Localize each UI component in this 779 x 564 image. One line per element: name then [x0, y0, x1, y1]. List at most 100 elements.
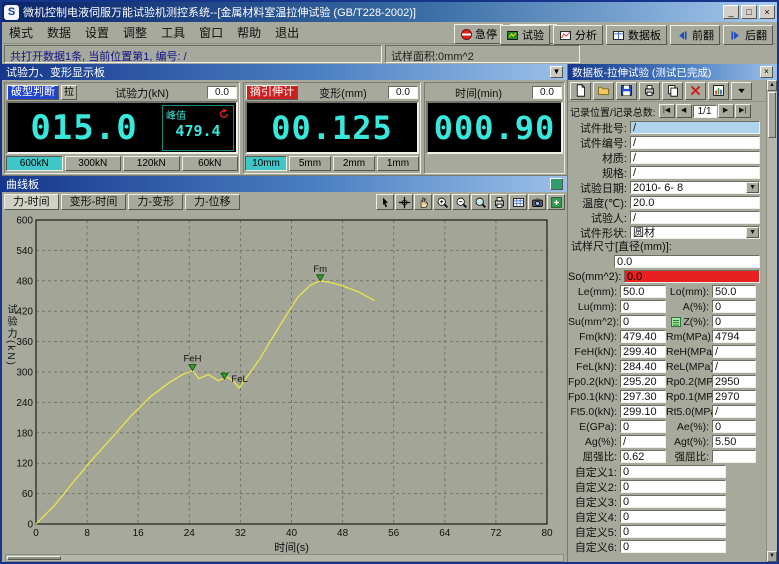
record-first-button[interactable]: |◀: [659, 104, 675, 118]
pair-input[interactable]: 2970: [712, 390, 756, 403]
db-new-button[interactable]: [570, 82, 591, 100]
menu-item-2[interactable]: 设置: [78, 21, 116, 44]
custom-input[interactable]: 0: [620, 525, 726, 538]
scroll-down-icon[interactable]: ▼: [767, 551, 777, 562]
pair-input[interactable]: 50.0: [712, 285, 756, 298]
pair-input[interactable]: 0: [712, 315, 756, 328]
field-input[interactable]: /: [630, 136, 760, 149]
range-600kN-button[interactable]: 600kN: [6, 156, 63, 171]
pair-input[interactable]: 4794: [712, 330, 756, 343]
peak-refresh-button[interactable]: [218, 108, 230, 120]
tension-mode-button[interactable]: 拉: [61, 85, 77, 100]
record-prev-button[interactable]: ◀: [676, 104, 692, 118]
pair-input[interactable]: 50.0: [620, 285, 666, 298]
pair-input[interactable]: 295.20: [620, 375, 666, 388]
tab-0[interactable]: 力-时间: [4, 194, 59, 210]
field-input[interactable]: /: [630, 121, 760, 134]
range-300kN-button[interactable]: 300kN: [65, 156, 122, 171]
toolbar-next-button[interactable]: 后翻: [723, 25, 773, 45]
range-2mm-button[interactable]: 2mm: [333, 156, 375, 171]
menu-item-5[interactable]: 窗口: [192, 21, 230, 44]
db-save-button[interactable]: [616, 82, 637, 100]
custom-input[interactable]: 0: [620, 495, 726, 508]
tool-camera-button[interactable]: [528, 194, 546, 210]
pair-input[interactable]: 5.50: [712, 435, 756, 448]
pair-input[interactable]: 2950: [712, 375, 756, 388]
tool-magnifier-button[interactable]: [471, 194, 489, 210]
tool-print-button[interactable]: [490, 194, 508, 210]
pair-input[interactable]: 0: [620, 420, 666, 433]
tab-2[interactable]: 力-变形: [128, 194, 183, 210]
pair-input[interactable]: 299.10: [620, 405, 666, 418]
menu-item-0[interactable]: 模式: [2, 21, 40, 44]
tool-grid-button[interactable]: [509, 194, 527, 210]
tool-zoom-out-button[interactable]: [452, 194, 470, 210]
pair-input[interactable]: 0: [620, 315, 666, 328]
record-next-button[interactable]: ▶: [718, 104, 734, 118]
menu-item-4[interactable]: 工具: [154, 21, 192, 44]
menu-item-1[interactable]: 数据: [40, 21, 78, 44]
custom-input[interactable]: 0: [620, 465, 726, 478]
menu-item-6[interactable]: 帮助: [230, 21, 268, 44]
custom-input[interactable]: 0: [620, 540, 726, 553]
menu-item-3[interactable]: 调整: [116, 21, 154, 44]
toolbar-prev-button[interactable]: 前翻: [670, 25, 720, 45]
menu-item-7[interactable]: 退出: [268, 21, 306, 44]
toolbar-databoard-button[interactable]: 数据板: [606, 25, 667, 45]
remove-extensometer-button[interactable]: 摘引伸计: [246, 85, 298, 100]
field-input[interactable]: 2010- 6- 8: [630, 181, 760, 194]
databoard-scrollbar[interactable]: ▲ ▼: [766, 80, 777, 562]
field-input[interactable]: /: [630, 151, 760, 164]
pair-input[interactable]: 0.62: [620, 450, 666, 463]
pair-input[interactable]: 479.40: [620, 330, 666, 343]
chart-canvas[interactable]: 0816243240485664728006012018024030036042…: [2, 212, 559, 554]
pair-input[interactable]: [712, 450, 756, 463]
range-10mm-button[interactable]: 10mm: [245, 156, 287, 171]
pair-input[interactable]: /: [712, 405, 756, 418]
scroll-track[interactable]: [767, 91, 777, 551]
toolbar-test-button[interactable]: 试验: [500, 25, 550, 45]
field-input[interactable]: 圆材: [630, 226, 760, 239]
emergency-stop-button[interactable]: 急停: [454, 24, 504, 44]
pair-input[interactable]: 299.40: [620, 345, 666, 358]
break-judge-button[interactable]: 破型判断: [7, 85, 59, 100]
db-print-button[interactable]: [639, 82, 660, 100]
display-panel-collapse-button[interactable]: ▼: [550, 66, 563, 78]
field-dropdown-icon[interactable]: ▼: [746, 227, 759, 238]
window-maximize-button[interactable]: □: [741, 5, 757, 19]
databoard-close-button[interactable]: ×: [760, 66, 773, 78]
range-60kN-button[interactable]: 60kN: [182, 156, 239, 171]
pair-input[interactable]: 0: [712, 300, 756, 313]
so-input[interactable]: 0.0: [624, 270, 760, 283]
window-close-button[interactable]: ×: [759, 5, 775, 19]
pair-input[interactable]: /: [620, 435, 666, 448]
field-input[interactable]: /: [630, 166, 760, 179]
field-input[interactable]: 20.0: [630, 196, 760, 209]
tab-1[interactable]: 变形-时间: [61, 194, 127, 210]
custom-input[interactable]: 0: [620, 480, 726, 493]
chart-hscroll-thumb[interactable]: [7, 556, 61, 560]
pair-input[interactable]: 284.40: [620, 360, 666, 373]
chart-hscrollbar[interactable]: [5, 554, 564, 562]
pair-input[interactable]: 297.30: [620, 390, 666, 403]
tool-crosshair-button[interactable]: [395, 194, 413, 210]
db-dropdown-button[interactable]: [731, 82, 752, 100]
range-1mm-button[interactable]: 1mm: [377, 156, 419, 171]
specimen-size-input[interactable]: 0.0: [614, 255, 760, 268]
curve-panel-button[interactable]: [550, 178, 563, 190]
toolbar-analyze-button[interactable]: 分析: [553, 25, 603, 45]
window-minimize-button[interactable]: _: [723, 5, 739, 19]
db-open-button[interactable]: [593, 82, 614, 100]
range-5mm-button[interactable]: 5mm: [289, 156, 331, 171]
scroll-up-icon[interactable]: ▲: [767, 80, 777, 91]
tool-zoom-in-button[interactable]: [433, 194, 451, 210]
su-calc-button[interactable]: [669, 315, 682, 328]
tool-pointer-button[interactable]: [376, 194, 394, 210]
field-dropdown-icon[interactable]: ▼: [746, 182, 759, 193]
scroll-thumb[interactable]: [768, 92, 776, 138]
pair-input[interactable]: 0: [712, 420, 756, 433]
pair-input[interactable]: /: [712, 360, 756, 373]
tool-export-button[interactable]: [547, 194, 565, 210]
range-120kN-button[interactable]: 120kN: [123, 156, 180, 171]
tab-3[interactable]: 力-位移: [185, 194, 240, 210]
